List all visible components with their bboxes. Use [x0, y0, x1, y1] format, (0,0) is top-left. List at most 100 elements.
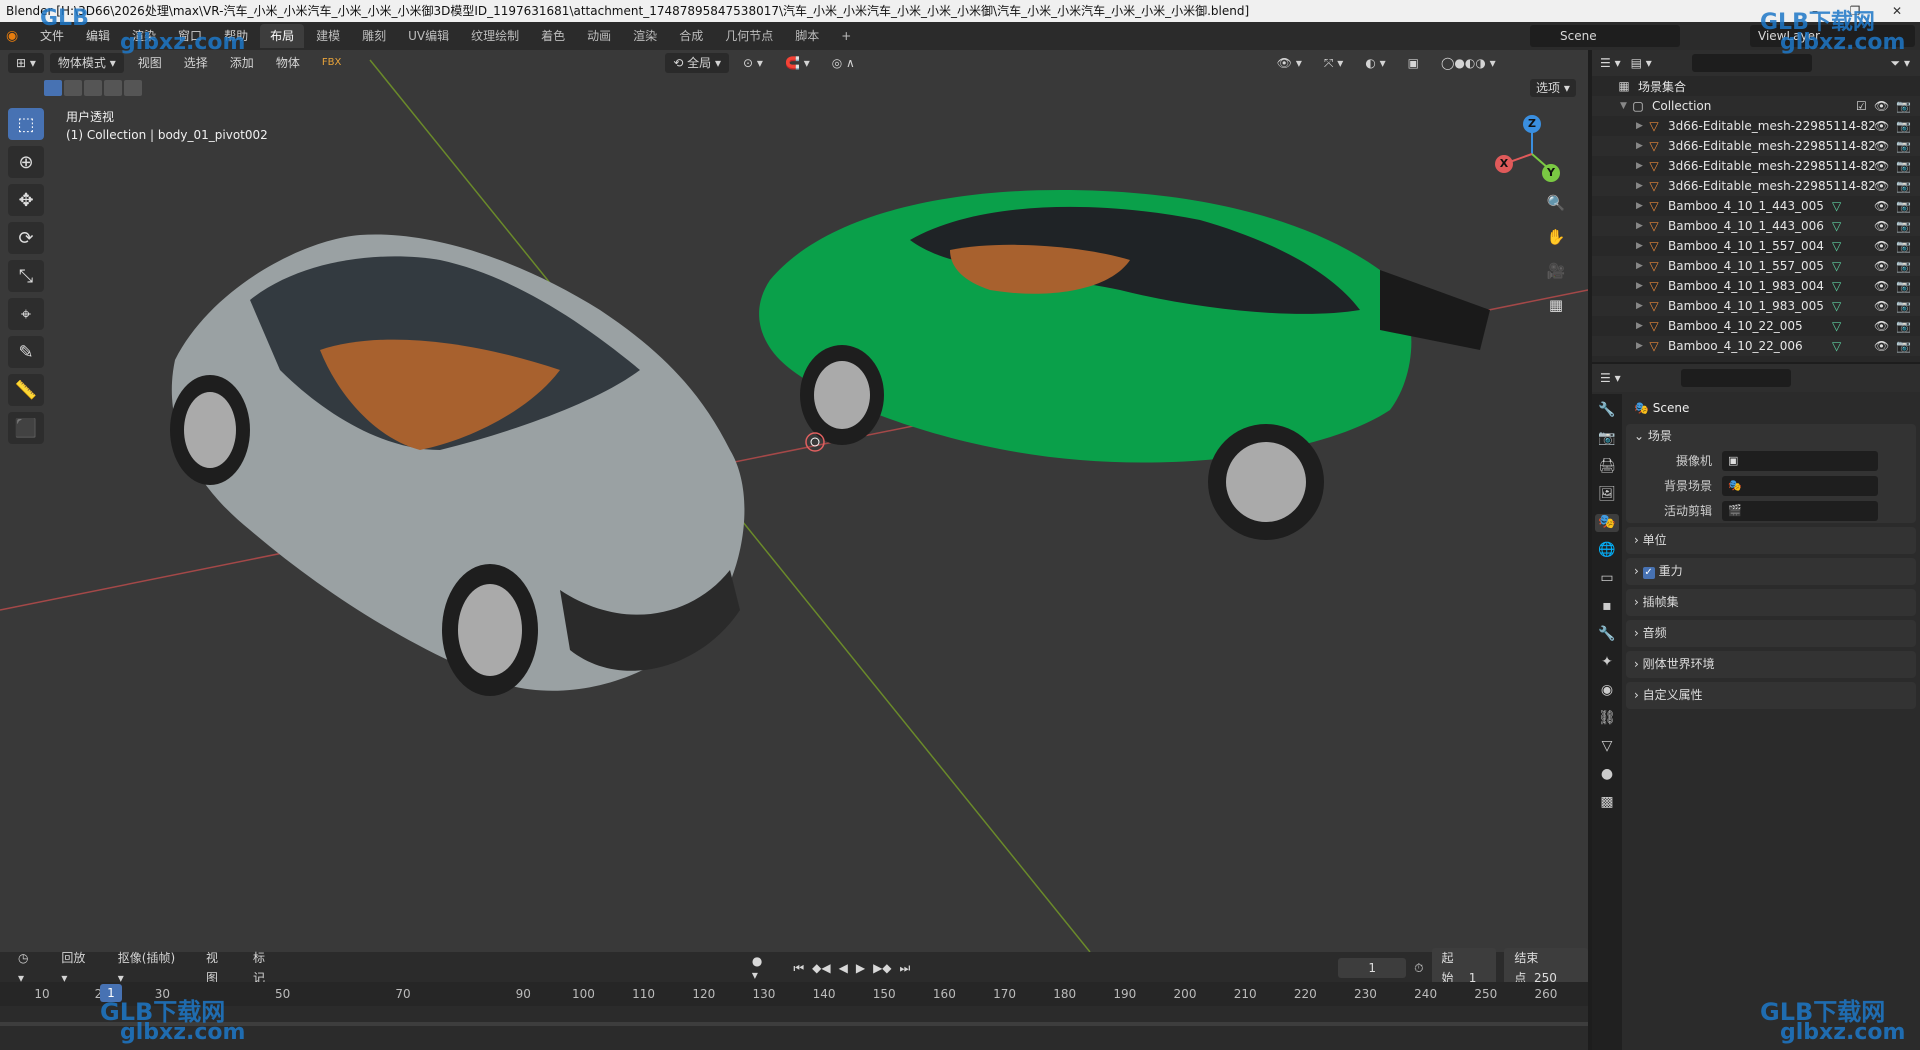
eye-icon[interactable]: 👁 — [1874, 99, 1889, 113]
expand-icon[interactable]: ▶ — [1636, 181, 1646, 191]
render-camera-icon[interactable]: 📷 — [1896, 139, 1911, 153]
expand-icon[interactable]: ▶ — [1636, 241, 1646, 251]
editor-type-icon[interactable]: ☰ ▾ — [1600, 56, 1621, 70]
tool-tab-icon[interactable]: 🔧 — [1595, 402, 1619, 420]
expand-icon[interactable]: ▶ — [1636, 321, 1646, 331]
checkbox-icon[interactable]: ☑ — [1856, 99, 1867, 113]
tab-rendering[interactable]: 渲染 — [623, 24, 667, 48]
scene-selector[interactable]: Scene — [1530, 25, 1680, 47]
expand-icon[interactable]: ▶ — [1636, 121, 1646, 131]
outliner-item[interactable]: ▶ ▽ Bamboo_4_10_1_983_004 ▽ 👁 📷 — [1592, 276, 1920, 296]
x-axis-icon[interactable]: X — [1495, 155, 1513, 173]
prev-key-icon[interactable]: ◆◀ — [812, 961, 830, 975]
menu-select[interactable]: 选择 — [176, 53, 216, 73]
props-editor-type-icon[interactable]: ☰ ▾ — [1600, 371, 1621, 385]
particles-tab-icon[interactable]: ✦ — [1595, 654, 1619, 672]
add-workspace-button[interactable]: + — [831, 24, 861, 48]
menu-view[interactable]: 视图 — [130, 53, 170, 73]
scene-tab-icon[interactable]: 🎭 — [1595, 514, 1619, 532]
select-subtract-icon[interactable] — [84, 80, 102, 96]
rigid-body-world-panel[interactable]: › 刚体世界环境 — [1626, 651, 1916, 678]
mesh-data-icon[interactable]: ▽ — [1832, 239, 1841, 253]
snap-icon[interactable]: 🧲 ▾ — [777, 53, 818, 73]
cursor-tool-icon[interactable]: ⊕ — [8, 146, 44, 178]
mesh-data-icon[interactable]: ▽ — [1832, 259, 1841, 273]
tab-layout[interactable]: 布局 — [260, 24, 305, 48]
outliner-item[interactable]: ▶ ▽ Bamboo_4_10_1_983_005 ▽ 👁 📷 — [1592, 296, 1920, 316]
gravity-panel[interactable]: › ✓ 重力 — [1626, 558, 1916, 585]
world-tab-icon[interactable]: 🌐 — [1595, 542, 1619, 560]
select-new-icon[interactable] — [44, 80, 62, 96]
eye-icon[interactable]: 👁 — [1874, 179, 1889, 193]
y-axis-icon[interactable]: Y — [1542, 164, 1560, 182]
collection-row[interactable]: ▼ ▢ Collection ☑ 👁 📷 — [1592, 96, 1920, 116]
tab-modeling[interactable]: 建模 — [306, 24, 350, 48]
fbx-import-icon[interactable]: FBX — [314, 53, 349, 73]
xray-icon[interactable]: ▣ — [1400, 53, 1427, 73]
rotate-tool-icon[interactable]: ⟳ — [8, 222, 44, 254]
timeline-ruler[interactable]: 1020305070901001101201301401501601701801… — [0, 982, 1588, 1006]
tab-uv-editing[interactable]: UV编辑 — [398, 24, 459, 48]
units-panel[interactable]: › 单位 — [1626, 527, 1916, 554]
overlay-toggle-icon[interactable]: ◐ ▾ — [1357, 53, 1393, 73]
render-camera-icon[interactable]: 📷 — [1896, 259, 1911, 273]
gizmo-toggle-icon[interactable]: ⤧ ▾ — [1316, 53, 1351, 73]
auto-key-icon[interactable]: ● ▾ — [752, 954, 771, 982]
expand-icon[interactable]: ▶ — [1636, 141, 1646, 151]
render-camera-icon[interactable]: 📷 — [1896, 219, 1911, 233]
add-cube-tool-icon[interactable]: ⬛ — [8, 412, 44, 444]
object-tab-icon[interactable]: ▪ — [1595, 598, 1619, 616]
outliner-item[interactable]: ▶ ▽ 3d66-Editable_mesh-22985114-82 👁 📷 — [1592, 136, 1920, 156]
collection-tab-icon[interactable]: ▭ — [1595, 570, 1619, 588]
expand-icon[interactable]: ▶ — [1636, 301, 1646, 311]
render-camera-icon[interactable]: 📷 — [1896, 199, 1911, 213]
render-tab-icon[interactable]: 📷 — [1595, 430, 1619, 448]
ortho-grid-icon[interactable]: ▦ — [1542, 292, 1570, 318]
outliner-item[interactable]: ▶ ▽ Bamboo_4_10_1_443_005 ▽ 👁 📷 — [1592, 196, 1920, 216]
select-box-tool-icon[interactable]: ⬚ — [8, 108, 44, 140]
tab-sculpt[interactable]: 雕刻 — [352, 24, 396, 48]
expand-icon[interactable]: ▶ — [1636, 341, 1646, 351]
expand-icon[interactable]: ▶ — [1636, 161, 1646, 171]
select-intersect-icon[interactable] — [124, 80, 142, 96]
tab-compositing[interactable]: 合成 — [669, 24, 713, 48]
keying-sets-panel[interactable]: › 插帧集 — [1626, 589, 1916, 616]
transform-orientation-dropdown[interactable]: ⟲ 全局 ▾ — [665, 53, 730, 73]
jump-end-icon[interactable]: ⏭ — [900, 961, 911, 976]
expand-icon[interactable]: ▶ — [1636, 281, 1646, 291]
current-frame-field[interactable]: 1 — [1338, 958, 1407, 978]
outliner-item[interactable]: ▶ ▽ Bamboo_4_10_1_443_006 ▽ 👁 📷 — [1592, 216, 1920, 236]
expand-icon[interactable]: ▶ — [1636, 201, 1646, 211]
move-tool-icon[interactable]: ✥ — [8, 184, 44, 216]
navigation-gizmo[interactable]: Z X Y — [1490, 112, 1570, 192]
pivot-icon[interactable]: ⊙ ▾ — [735, 53, 771, 73]
eye-icon[interactable]: 👁 — [1874, 319, 1889, 333]
custom-properties-panel[interactable]: › 自定义属性 — [1626, 682, 1916, 709]
render-camera-icon[interactable]: 📷 — [1896, 279, 1911, 293]
tab-animation[interactable]: 动画 — [577, 24, 621, 48]
options-dropdown[interactable]: 选项 ▾ — [1530, 79, 1576, 97]
select-invert-icon[interactable] — [104, 80, 122, 96]
eye-icon[interactable]: 👁 — [1874, 199, 1889, 213]
eye-icon[interactable]: 👁 — [1874, 119, 1889, 133]
render-camera-icon[interactable]: 📷 — [1896, 99, 1911, 113]
transform-tool-icon[interactable]: ⌖ — [8, 298, 44, 330]
z-axis-icon[interactable]: Z — [1523, 115, 1541, 133]
display-mode-icon[interactable]: ▤ ▾ — [1631, 56, 1652, 70]
render-camera-icon[interactable]: 📷 — [1896, 179, 1911, 193]
menu-add[interactable]: 添加 — [222, 53, 262, 73]
eye-icon[interactable]: 👁 — [1874, 139, 1889, 153]
render-camera-icon[interactable]: 📷 — [1896, 239, 1911, 253]
gravity-checkbox[interactable]: ✓ — [1642, 567, 1655, 579]
shading-modes-icon[interactable]: ◯●◐◑ ▾ — [1433, 53, 1504, 73]
camera-view-icon[interactable]: 🎥 — [1542, 258, 1570, 284]
eye-icon[interactable]: 👁 — [1874, 299, 1889, 313]
outliner-item[interactable]: ▶ ▽ 3d66-Editable_mesh-22985114-82 👁 📷 — [1592, 116, 1920, 136]
expand-icon[interactable]: ▼ — [1620, 101, 1630, 111]
tab-texture-paint[interactable]: 纹理绘制 — [461, 24, 529, 48]
eye-icon[interactable]: 👁 — [1874, 339, 1889, 353]
proportional-edit-icon[interactable]: ◎ ∧ — [824, 53, 863, 73]
outliner-item[interactable]: ▶ ▽ 3d66-Editable_mesh-22985114-82 👁 📷 — [1592, 176, 1920, 196]
select-extend-icon[interactable] — [64, 80, 82, 96]
eye-icon[interactable]: 👁 — [1874, 259, 1889, 273]
